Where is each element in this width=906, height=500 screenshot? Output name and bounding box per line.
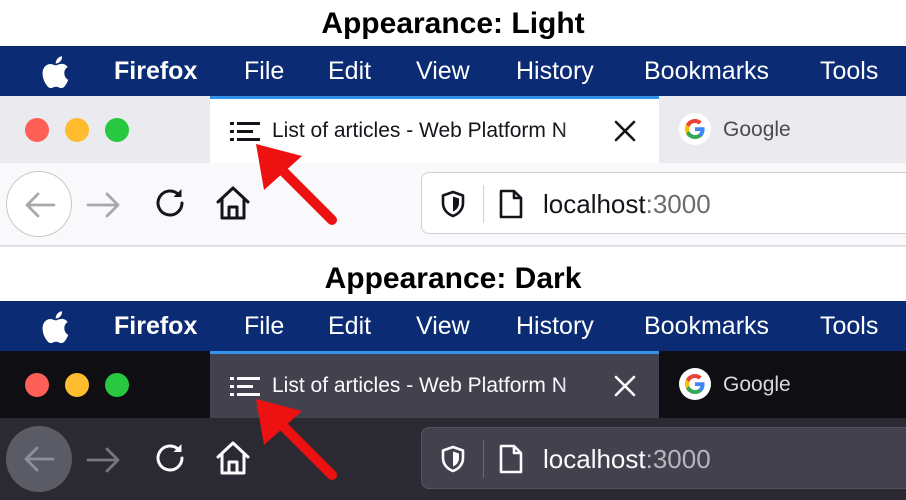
url-port: :3000 <box>645 444 711 474</box>
menu-view[interactable]: View <box>416 301 470 351</box>
url-bar[interactable]: localhost:3000 <box>421 172 906 234</box>
tracking-protection-shield-icon[interactable] <box>440 190 466 223</box>
heading-dark: Appearance: Dark <box>324 262 582 295</box>
menu-history[interactable]: History <box>516 301 594 351</box>
window-minimize-button[interactable] <box>65 373 89 397</box>
url-host: localhost <box>543 444 646 474</box>
menu-bookmarks[interactable]: Bookmarks <box>644 301 769 351</box>
browser-dark: Firefox File Edit View History Bookmarks… <box>0 301 906 500</box>
home-button[interactable] <box>214 438 252 478</box>
back-button[interactable] <box>6 171 72 237</box>
apple-icon[interactable] <box>40 46 72 96</box>
tracking-protection-shield-icon[interactable] <box>440 445 466 478</box>
heading-light: Appearance: Light <box>321 7 585 40</box>
forward-button[interactable] <box>84 185 124 225</box>
menu-history[interactable]: History <box>516 46 594 96</box>
annotation-arrow-icon <box>256 399 337 480</box>
browser-light: Firefox File Edit View History Bookmarks… <box>0 46 906 286</box>
reload-button[interactable] <box>152 440 188 476</box>
nav-toolbar: localhost:3000 <box>0 163 906 245</box>
url-divider <box>483 185 484 223</box>
tab-strip: List of articles - Web Platform N Google <box>0 351 906 418</box>
tab-google[interactable]: Google <box>659 96 906 163</box>
url-text[interactable]: localhost:3000 <box>543 428 711 490</box>
tab-google-title: Google <box>723 118 791 141</box>
google-g-icon <box>679 368 711 400</box>
toolbar-bottom-border <box>0 245 906 247</box>
menu-firefox[interactable]: Firefox <box>114 46 197 96</box>
back-button[interactable] <box>6 426 72 492</box>
menu-file[interactable]: File <box>244 46 284 96</box>
page-icon[interactable] <box>498 443 524 480</box>
tab-google[interactable]: Google <box>659 351 906 418</box>
page-icon[interactable] <box>498 188 524 225</box>
tab-strip: List of articles - Web Platform N Google <box>0 96 906 163</box>
menu-file[interactable]: File <box>244 301 284 351</box>
menu-bar: Firefox File Edit View History Bookmarks… <box>0 301 906 351</box>
url-text[interactable]: localhost:3000 <box>543 173 711 235</box>
window-close-button[interactable] <box>25 118 49 142</box>
forward-button[interactable] <box>84 440 124 480</box>
menu-firefox[interactable]: Firefox <box>114 301 197 351</box>
window-zoom-button[interactable] <box>105 373 129 397</box>
menu-bookmarks[interactable]: Bookmarks <box>644 46 769 96</box>
menu-edit[interactable]: Edit <box>328 46 371 96</box>
url-host: localhost <box>543 189 646 219</box>
close-tab-icon[interactable] <box>613 374 637 398</box>
menu-tools[interactable]: Tools <box>820 46 878 96</box>
url-port: :3000 <box>645 189 711 219</box>
close-tab-icon[interactable] <box>613 119 637 143</box>
reload-button[interactable] <box>152 185 188 221</box>
menu-view[interactable]: View <box>416 46 470 96</box>
apple-icon[interactable] <box>40 301 72 351</box>
tab-google-title: Google <box>723 373 791 396</box>
menu-bar: Firefox File Edit View History Bookmarks… <box>0 46 906 96</box>
annotation-arrow-icon <box>256 144 337 225</box>
url-bar[interactable]: localhost:3000 <box>421 427 906 489</box>
home-button[interactable] <box>214 183 252 223</box>
menu-tools[interactable]: Tools <box>820 301 878 351</box>
nav-toolbar: localhost:3000 <box>0 418 906 500</box>
google-g-icon <box>679 113 711 145</box>
window-minimize-button[interactable] <box>65 118 89 142</box>
window-zoom-button[interactable] <box>105 118 129 142</box>
url-divider <box>483 440 484 478</box>
window-close-button[interactable] <box>25 373 49 397</box>
menu-edit[interactable]: Edit <box>328 301 371 351</box>
